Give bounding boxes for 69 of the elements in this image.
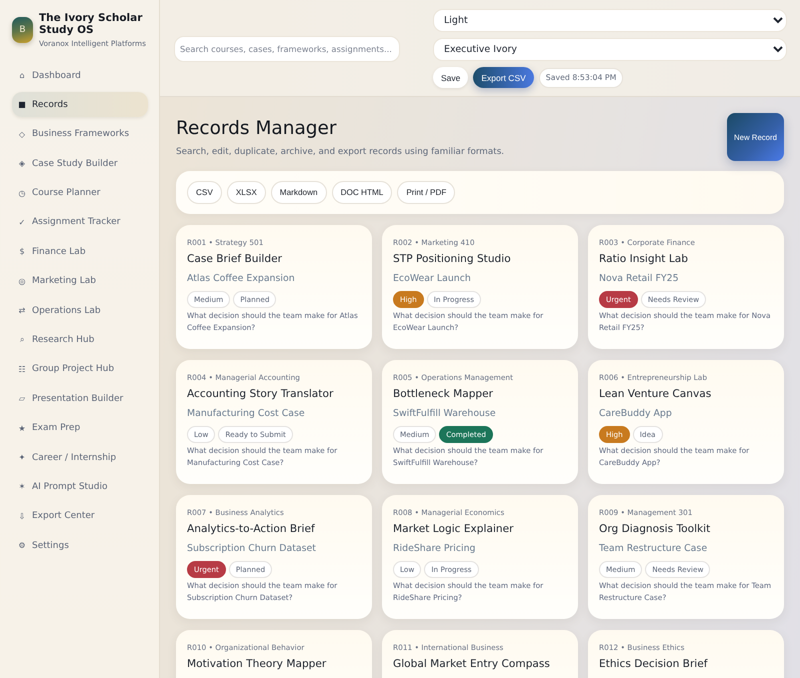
record-subject: Team Restructure Case xyxy=(599,542,708,555)
page-title: Records Manager xyxy=(176,118,338,139)
record-subject: Atlas Coffee Expansion xyxy=(187,272,296,285)
record-title: Case Brief Builder xyxy=(187,252,283,266)
record-title: Ethics Decision Brief xyxy=(599,657,709,671)
record-title: Bottleneck Mapper xyxy=(393,387,494,401)
settings-icon: ⚙ xyxy=(18,541,26,550)
export-format-button[interactable]: Print / PDF xyxy=(397,181,456,204)
search-field[interactable]: Search courses, cases, frameworks, assignments... xyxy=(174,36,400,62)
four-point-star-icon: ✦ xyxy=(18,453,26,462)
star-icon: ★ xyxy=(18,424,26,433)
square-icon: ■ xyxy=(18,100,26,110)
record-title: Analytics-to-Action Brief xyxy=(187,522,316,536)
diamond-icon: ◇ xyxy=(18,130,26,139)
sidebar-item[interactable]: ★ Exam Prep xyxy=(12,416,148,441)
record-subject: Nova Retail FY25 xyxy=(599,272,680,285)
record-title: Ratio Insight Lab xyxy=(599,252,689,266)
record-title: Accounting Story Translator xyxy=(187,387,334,401)
sidebar-item[interactable]: ▱ Presentation Builder xyxy=(12,386,148,412)
diamond-dot-icon: ◈ xyxy=(18,159,26,168)
record-subject: EcoWear Launch xyxy=(393,272,472,285)
sidebar-item[interactable]: ✦ Career / Internship xyxy=(12,445,148,470)
record-title: Motivation Theory Mapper xyxy=(187,657,328,671)
record-subject: SwiftFulfill Warehouse xyxy=(393,407,497,420)
search-icon: ⌕ xyxy=(18,335,26,346)
sidebar-item[interactable]: ⌂ Dashboard xyxy=(12,63,148,88)
parallelogram-icon: ▱ xyxy=(18,394,26,404)
record-subject: Manufacturing Cost Case xyxy=(187,407,306,420)
sidebar-item[interactable]: ☷ Group Project Hub xyxy=(12,356,148,382)
sidebar-item[interactable]: ■ Records xyxy=(12,92,148,118)
record-title: STP Positioning Studio xyxy=(393,252,512,266)
record-title: Org Diagnosis Toolkit xyxy=(599,522,712,536)
swap-arrows-icon: ⇄ xyxy=(18,306,26,316)
target-icon: ◎ xyxy=(18,276,26,286)
sidebar-item[interactable]: ⇩ Export Center xyxy=(12,504,148,529)
export-csv-button[interactable]: Export CSV xyxy=(473,67,534,88)
sidebar-item[interactable]: ◷ Course Planner xyxy=(12,180,148,206)
dollar-icon: $ xyxy=(18,247,26,256)
sidebar-item[interactable]: ◎ Marketing Lab xyxy=(12,268,148,294)
sidebar-item[interactable]: ⌕ Research Hub xyxy=(12,328,148,353)
export-format-button[interactable]: Markdown xyxy=(270,181,327,204)
sidebar-item[interactable]: ⚙ Settings xyxy=(12,533,148,558)
app-title: The Ivory Scholar Study OS xyxy=(39,12,144,36)
sidebar-item[interactable]: ◈ Case Study Builder xyxy=(12,151,148,176)
down-arrow-icon: ⇩ xyxy=(18,512,26,521)
house-icon: ⌂ xyxy=(18,71,26,80)
record-title: Lean Venture Canvas xyxy=(599,387,712,401)
record-title: Market Logic Explainer xyxy=(393,522,514,536)
record-subject: CareBuddy App xyxy=(599,407,673,420)
logo-tile: B xyxy=(12,17,33,43)
grid-icon: ☷ xyxy=(18,364,26,374)
check-icon: ✓ xyxy=(18,218,26,227)
record-subject: Subscription Churn Dataset xyxy=(187,542,317,555)
sidebar-item[interactable]: ◇ Business Frameworks xyxy=(12,122,148,147)
export-format-button[interactable]: DOC HTML xyxy=(332,181,392,204)
sidebar-item[interactable]: ⇄ Operations Lab xyxy=(12,298,148,324)
page-subtitle: Search, edit, duplicate, archive, and export records using familiar formats. xyxy=(176,147,504,157)
record-title: Global Market Entry Compass xyxy=(393,657,551,671)
record-subject: RideShare Pricing xyxy=(393,542,476,555)
clock-icon: ◷ xyxy=(18,188,26,198)
mode-dropdown[interactable]: Light xyxy=(433,9,787,32)
export-format-button[interactable]: CSV xyxy=(187,181,222,204)
save-button[interactable]: Save xyxy=(433,67,468,88)
theme-dropdown[interactable]: Executive Ivory xyxy=(433,38,787,61)
export-format-button[interactable]: XLSX xyxy=(226,181,266,204)
sidebar-item[interactable]: $ Finance Lab xyxy=(12,239,148,264)
sidebar-item[interactable]: ✓ Assignment Tracker xyxy=(12,210,148,235)
asterisk-icon: ✶ xyxy=(18,482,26,492)
sidebar-item[interactable]: ✶ AI Prompt Studio xyxy=(12,474,148,500)
